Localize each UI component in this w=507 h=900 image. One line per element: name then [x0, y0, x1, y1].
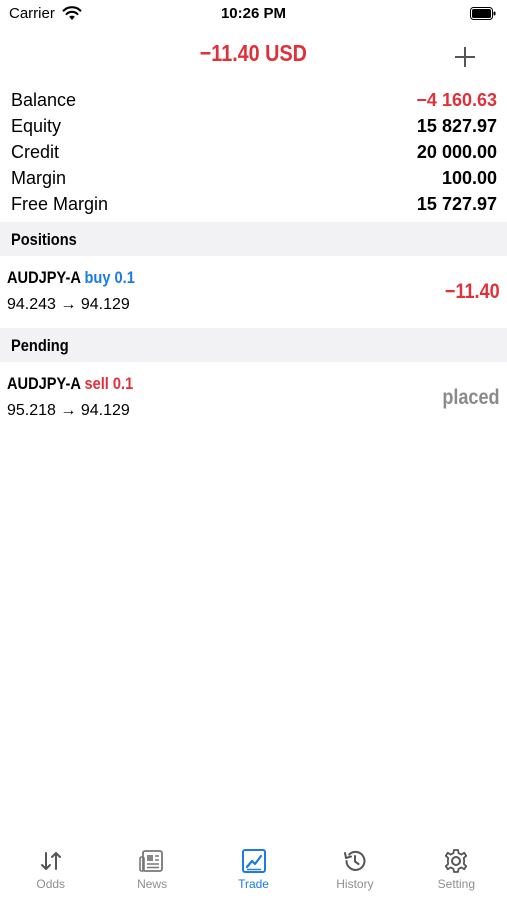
- tab-news[interactable]: News: [101, 835, 202, 900]
- order-prices: 94.243 → 94.129: [7, 296, 130, 313]
- order-state: placed: [442, 386, 500, 409]
- summary-value: 100.00: [441, 167, 497, 188]
- summary-row-balance: Balance −4 160.63: [11, 87, 497, 113]
- sort-arrows-icon: [40, 852, 61, 870]
- tab-label: Odds: [36, 877, 66, 891]
- tab-trade[interactable]: Trade: [203, 835, 304, 900]
- order-profit: −11.40: [445, 280, 500, 303]
- position-row[interactable]: AUDJPY-A buy 0.1 94.243 → 94.129 −11.40: [0, 258, 507, 324]
- order-side: sell 0.1: [84, 374, 134, 393]
- tab-label: Trade: [238, 877, 269, 891]
- order-side: buy 0.1: [84, 268, 135, 287]
- account-summary: Balance −4 160.63 Equity 15 827.97 Credi…: [11, 87, 497, 217]
- newspaper-icon: [139, 850, 164, 872]
- summary-row-free-margin: Free Margin 15 727.97: [11, 191, 497, 217]
- tab-label: News: [137, 877, 168, 891]
- battery-icon: [470, 7, 496, 20]
- section-title: Pending: [11, 336, 69, 355]
- clock: 10:26 PM: [220, 5, 287, 22]
- tab-bar: Odds News Trade History Setting: [0, 835, 507, 900]
- tab-odds[interactable]: Odds: [0, 835, 101, 900]
- tab-setting[interactable]: Setting: [406, 835, 507, 900]
- summary-label: Equity: [11, 115, 62, 136]
- summary-value: −4 160.63: [416, 89, 497, 110]
- floating-total: −11.40 USD: [199, 40, 308, 66]
- pending-row[interactable]: AUDJPY-A sell 0.1 95.218 → 94.129 placed: [0, 364, 507, 430]
- tab-label: Setting: [437, 877, 475, 891]
- pending-section-header: Pending: [0, 328, 507, 362]
- summary-value: 15 727.97: [416, 193, 497, 214]
- tab-label: History: [336, 877, 374, 891]
- history-clock-icon: [343, 850, 366, 871]
- summary-row-margin: Margin 100.00: [11, 165, 497, 191]
- summary-label: Balance: [11, 89, 77, 110]
- summary-value: 20 000.00: [416, 141, 497, 162]
- summary-label: Credit: [11, 141, 60, 162]
- positions-section-header: Positions: [0, 222, 507, 256]
- tab-history[interactable]: History: [304, 835, 405, 900]
- gear-icon: [445, 849, 468, 873]
- section-title: Positions: [11, 230, 77, 249]
- order-prices: 95.218 → 94.129: [7, 402, 130, 419]
- plus-icon[interactable]: [452, 44, 478, 70]
- summary-label: Free Margin: [11, 193, 109, 214]
- status-bar: Carrier 10:26 PM: [0, 0, 507, 30]
- chart-icon: [241, 849, 266, 873]
- summary-row-equity: Equity 15 827.97: [11, 113, 497, 139]
- order-symbol: AUDJPY-A: [7, 374, 81, 393]
- header: −11.40 USD: [0, 36, 507, 76]
- order-symbol: AUDJPY-A: [7, 268, 81, 287]
- summary-value: 15 827.97: [416, 115, 497, 136]
- summary-row-credit: Credit 20 000.00: [11, 139, 497, 165]
- summary-label: Margin: [11, 167, 67, 188]
